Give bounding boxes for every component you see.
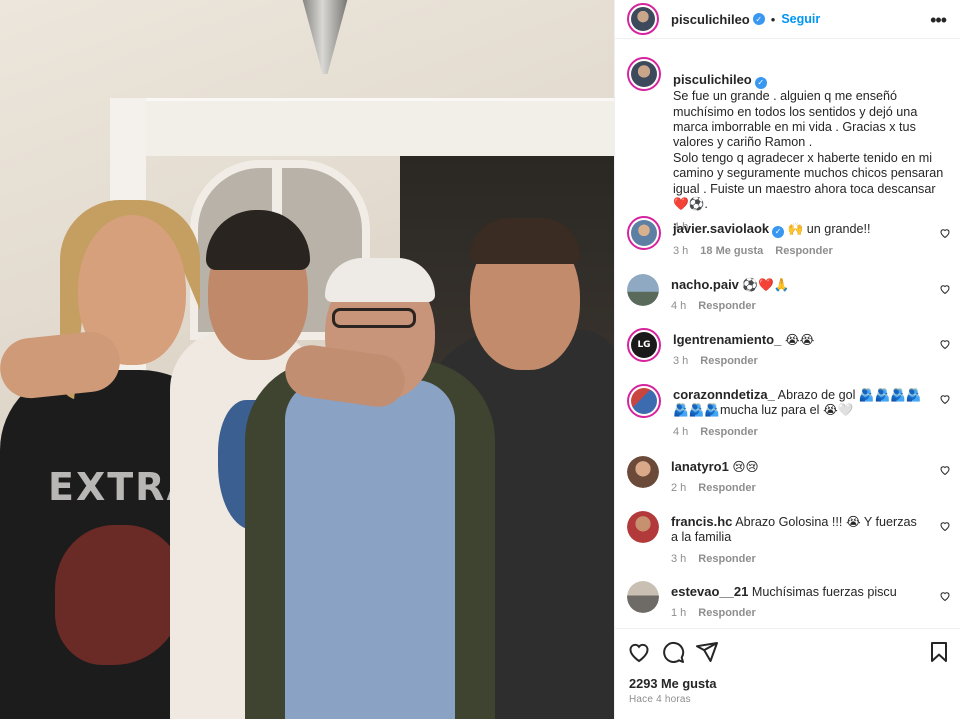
separator-dot: •	[770, 11, 776, 27]
commenter-avatar[interactable]	[627, 456, 659, 488]
commenter-avatar[interactable]	[627, 384, 661, 418]
comment-item: estevao__21 Muchísimas fuerzas piscu 1 h…	[627, 581, 960, 622]
comment-like-heart-icon[interactable]	[939, 464, 951, 476]
post-action-bar	[627, 640, 951, 666]
comment-like-heart-icon[interactable]	[939, 227, 951, 239]
commenter-avatar[interactable]	[627, 581, 659, 613]
bookmark-icon[interactable]	[927, 640, 951, 664]
caption-username[interactable]: pisculichileo	[673, 72, 752, 87]
commenter-username[interactable]: nacho.paiv	[671, 277, 739, 292]
comment-like-heart-icon[interactable]	[939, 393, 951, 405]
post-photo[interactable]: EXTRA	[0, 0, 614, 719]
author-username[interactable]: pisculichileo	[671, 12, 750, 27]
commenter-username[interactable]: javier.saviolaok	[673, 221, 769, 236]
comment-text: 😢😢	[732, 460, 759, 474]
commenter-avatar[interactable]	[627, 216, 661, 250]
commenter-username[interactable]: lanatyro1	[671, 459, 729, 474]
post-header: pisculichileo ✓ • Seguir •••	[615, 0, 960, 39]
comment-item: francis.hc Abrazo Golosina !!! 😭 Y fuerz…	[627, 511, 960, 567]
comment-timestamp[interactable]: 3 h	[673, 245, 688, 257]
reply-button[interactable]: Responder	[698, 300, 755, 312]
post-caption: pisculichileo ✓ Se fue un grande . alguie…	[615, 39, 960, 236]
author-avatar[interactable]	[627, 3, 659, 35]
comment-timestamp[interactable]: 3 h	[673, 355, 688, 367]
commenter-avatar[interactable]	[627, 511, 659, 543]
commenter-username[interactable]: estevao__21	[671, 584, 748, 599]
share-icon[interactable]	[695, 640, 719, 664]
heart-icon[interactable]	[627, 640, 651, 664]
reply-button[interactable]: Responder	[775, 245, 832, 257]
post-side-panel: pisculichileo ✓ • Seguir ••• pisculichil…	[614, 0, 960, 719]
caption-author-avatar[interactable]	[627, 57, 661, 91]
comment-text: 😭😭	[784, 333, 815, 347]
reply-button[interactable]: Responder	[700, 426, 757, 438]
glasses	[332, 308, 416, 328]
caption-text: Se fue un grande . alguien q me enseñó m…	[673, 89, 944, 211]
comment-text: 🙌 un grande!!	[787, 222, 871, 236]
commenter-avatar[interactable]	[627, 274, 659, 306]
instagram-post-modal: EXTRA pisculichileo ✓ • Seguir ••• piscu…	[0, 0, 960, 719]
like-count[interactable]: 2293 Me gusta	[629, 676, 717, 691]
comment-timestamp[interactable]: 4 h	[671, 300, 686, 312]
commenter-username[interactable]: francis.hc	[671, 514, 732, 529]
commenter-avatar[interactable]: LG	[627, 328, 661, 362]
shirt-print: EXTRA	[48, 465, 198, 509]
reply-button[interactable]: Responder	[698, 482, 755, 494]
comment-icon[interactable]	[661, 640, 685, 664]
verified-badge-icon: ✓	[752, 13, 765, 25]
comment-text: ⚽❤️🙏	[742, 278, 790, 292]
comment-item: nacho.paiv ⚽❤️🙏 4 h Responder	[627, 274, 960, 315]
verified-badge-icon: ✓	[754, 77, 767, 90]
comment-like-heart-icon[interactable]	[939, 338, 951, 350]
comment-item: lanatyro1 😢😢 2 h Responder	[627, 456, 960, 497]
reply-button[interactable]: Responder	[698, 607, 755, 619]
reply-button[interactable]: Responder	[698, 553, 755, 565]
reply-button[interactable]: Responder	[700, 355, 757, 367]
comment-item: corazonndetiza_ Abrazo de gol 🫂🫂🫂🫂🫂🫂🫂muc…	[627, 384, 960, 440]
comment-item: javier.saviolaok ✓ 🙌 un grande!! 3 h 18 Me…	[627, 216, 960, 259]
comment-text: Muchísimas fuerzas piscu	[751, 585, 897, 599]
comment-timestamp[interactable]: 1 h	[671, 607, 686, 619]
comment-timestamp[interactable]: 3 h	[671, 553, 686, 565]
commenter-username[interactable]: lgentrenamiento_	[673, 332, 781, 347]
verified-badge-icon: ✓	[772, 225, 785, 238]
post-timestamp[interactable]: Hace 4 horas	[629, 694, 691, 705]
comment-like-heart-icon[interactable]	[939, 590, 951, 602]
comment-timestamp[interactable]: 4 h	[673, 426, 688, 438]
comment-like-heart-icon[interactable]	[939, 283, 951, 295]
divider	[615, 628, 960, 629]
comment-item: LG lgentrenamiento_ 😭😭 3 h Responder	[627, 328, 960, 370]
commenter-username[interactable]: corazonndetiza_	[673, 387, 775, 402]
more-options-icon[interactable]: •••	[930, 10, 947, 31]
comment-like-heart-icon[interactable]	[939, 520, 951, 532]
comment-like-count[interactable]: 18 Me gusta	[700, 245, 763, 257]
follow-button[interactable]: Seguir	[781, 12, 820, 26]
comment-timestamp[interactable]: 2 h	[671, 482, 686, 494]
